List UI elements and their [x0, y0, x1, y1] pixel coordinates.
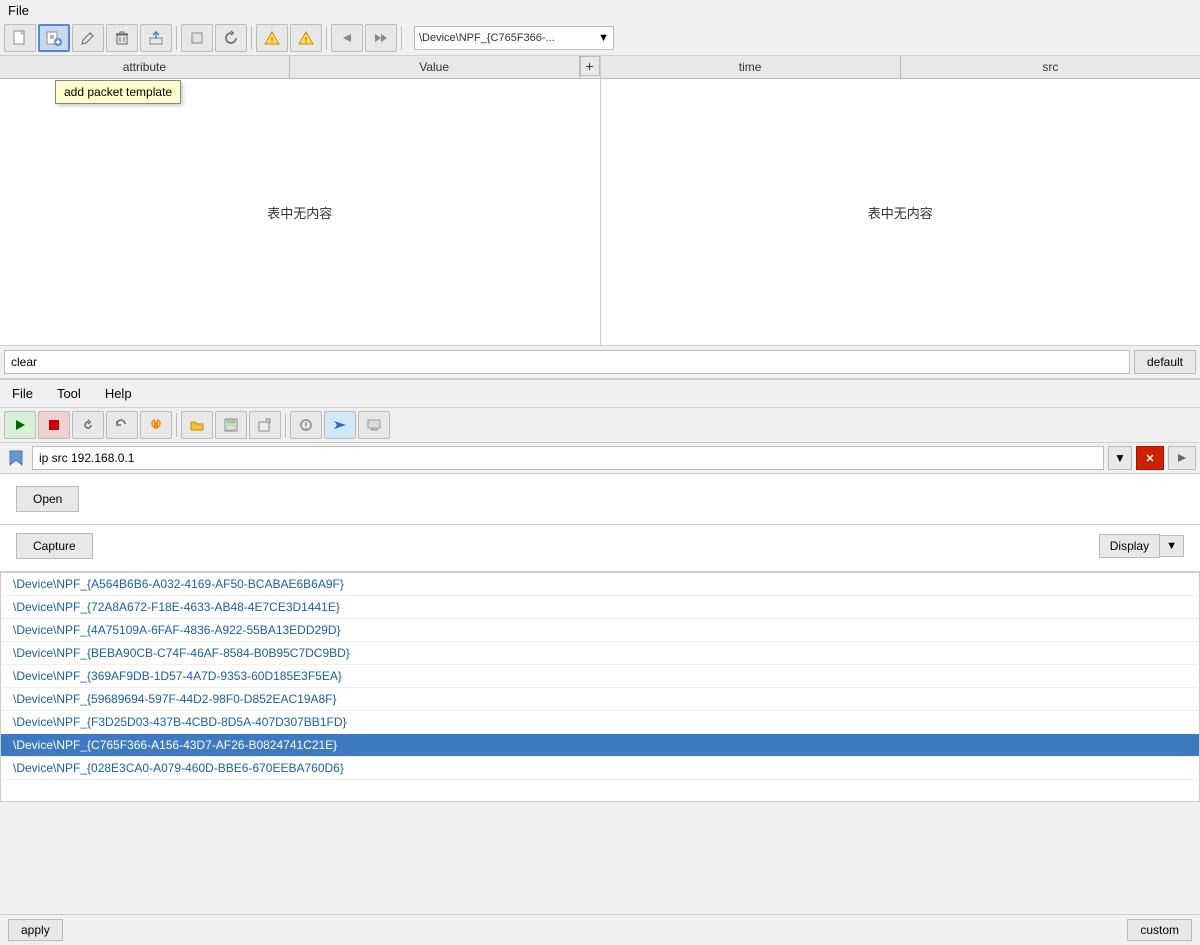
- bookmark-icon[interactable]: [4, 446, 28, 470]
- restart-button[interactable]: [72, 411, 104, 439]
- device-list-item[interactable]: \Device\NPF_{72A8A672-F18E-4633-AB48-4E7…: [1, 596, 1199, 619]
- warning2-button[interactable]: [290, 24, 322, 52]
- add-column-button[interactable]: +: [580, 56, 600, 76]
- forward-button[interactable]: [365, 24, 397, 52]
- back-button[interactable]: [331, 24, 363, 52]
- capture-filter-input[interactable]: [32, 446, 1104, 470]
- export-button[interactable]: [140, 24, 172, 52]
- device-list-item[interactable]: \Device\NPF_{C765F366-A156-43D7-AF26-B08…: [1, 734, 1199, 757]
- device-list-item[interactable]: \Device\NPF_{F3D25D03-437B-4CBD-8D5A-407…: [1, 711, 1199, 734]
- clear-filter-button[interactable]: [1136, 446, 1164, 470]
- device-list-item[interactable]: \Device\NPF_{A564B6B6-A032-4169-AF50-BCA…: [1, 573, 1199, 596]
- send-button[interactable]: [324, 411, 356, 439]
- device-list-item[interactable]: \Device\NPF_{4A75109A-6FAF-4836-A922-55B…: [1, 619, 1199, 642]
- preferences-button[interactable]: [140, 411, 172, 439]
- filter-default-button[interactable]: default: [1134, 350, 1196, 374]
- left-table-col-value: Value: [290, 56, 580, 78]
- display-dropdown[interactable]: Display ▼: [1099, 534, 1184, 558]
- capture-button[interactable]: Capture: [16, 533, 93, 559]
- warning1-button[interactable]: [256, 24, 288, 52]
- bottom-menu-tool[interactable]: Tool: [53, 384, 85, 403]
- device-list: \Device\NPF_{A564B6B6-A032-4169-AF50-BCA…: [1, 573, 1199, 780]
- device-list-item[interactable]: \Device\NPF_{59689694-597F-44D2-98F0-D85…: [1, 688, 1199, 711]
- left-table-col-attribute: attribute: [0, 56, 290, 78]
- refresh-button[interactable]: [215, 24, 247, 52]
- apply-button[interactable]: apply: [8, 919, 63, 941]
- play-button[interactable]: [4, 411, 36, 439]
- undo-button[interactable]: [106, 411, 138, 439]
- right-table-col-time: time: [601, 56, 901, 78]
- right-table-col-src: src: [901, 56, 1200, 78]
- filter-dropdown-button[interactable]: ▼: [1108, 446, 1132, 470]
- bottom-menu-help[interactable]: Help: [101, 384, 136, 403]
- open-file-button[interactable]: [181, 411, 213, 439]
- top-menu-file[interactable]: File: [8, 3, 29, 18]
- filter-input[interactable]: [4, 350, 1130, 374]
- display-label[interactable]: Display: [1099, 534, 1160, 558]
- device-list-item[interactable]: \Device\NPF_{369AF9DB-1D57-4A7D-9353-60D…: [1, 665, 1199, 688]
- apply-filter-button[interactable]: [1168, 446, 1196, 470]
- delete-button[interactable]: [106, 24, 138, 52]
- device-dropdown[interactable]: \Device\NPF_{C765F366-... ▼: [414, 26, 614, 50]
- open-button[interactable]: Open: [16, 486, 79, 512]
- device-list-container: \Device\NPF_{A564B6B6-A032-4169-AF50-BCA…: [0, 572, 1200, 802]
- right-table: time src 表中无内容: [601, 56, 1200, 345]
- display-arrow-icon[interactable]: ▼: [1160, 535, 1184, 557]
- tooltip: add packet template: [55, 80, 181, 104]
- capture-options-button[interactable]: [290, 411, 322, 439]
- right-table-empty: 表中无内容: [601, 79, 1200, 345]
- device-list-item[interactable]: \Device\NPF_{028E3CA0-A079-460D-BBE6-670…: [1, 757, 1199, 780]
- bottom-menu-file[interactable]: File: [8, 384, 37, 403]
- save-as-button[interactable]: [249, 411, 281, 439]
- left-table-empty: 表中无内容: [0, 79, 600, 345]
- edit-button[interactable]: [72, 24, 104, 52]
- stop-button[interactable]: [181, 24, 213, 52]
- device-list-item[interactable]: \Device\NPF_{BEBA90CB-C74F-46AF-8584-B0B…: [1, 642, 1199, 665]
- custom-button[interactable]: custom: [1127, 919, 1192, 941]
- add-template-button[interactable]: [38, 24, 70, 52]
- stop-capture-button[interactable]: [38, 411, 70, 439]
- monitor-button[interactable]: [358, 411, 390, 439]
- save-button[interactable]: [215, 411, 247, 439]
- new-button[interactable]: [4, 24, 36, 52]
